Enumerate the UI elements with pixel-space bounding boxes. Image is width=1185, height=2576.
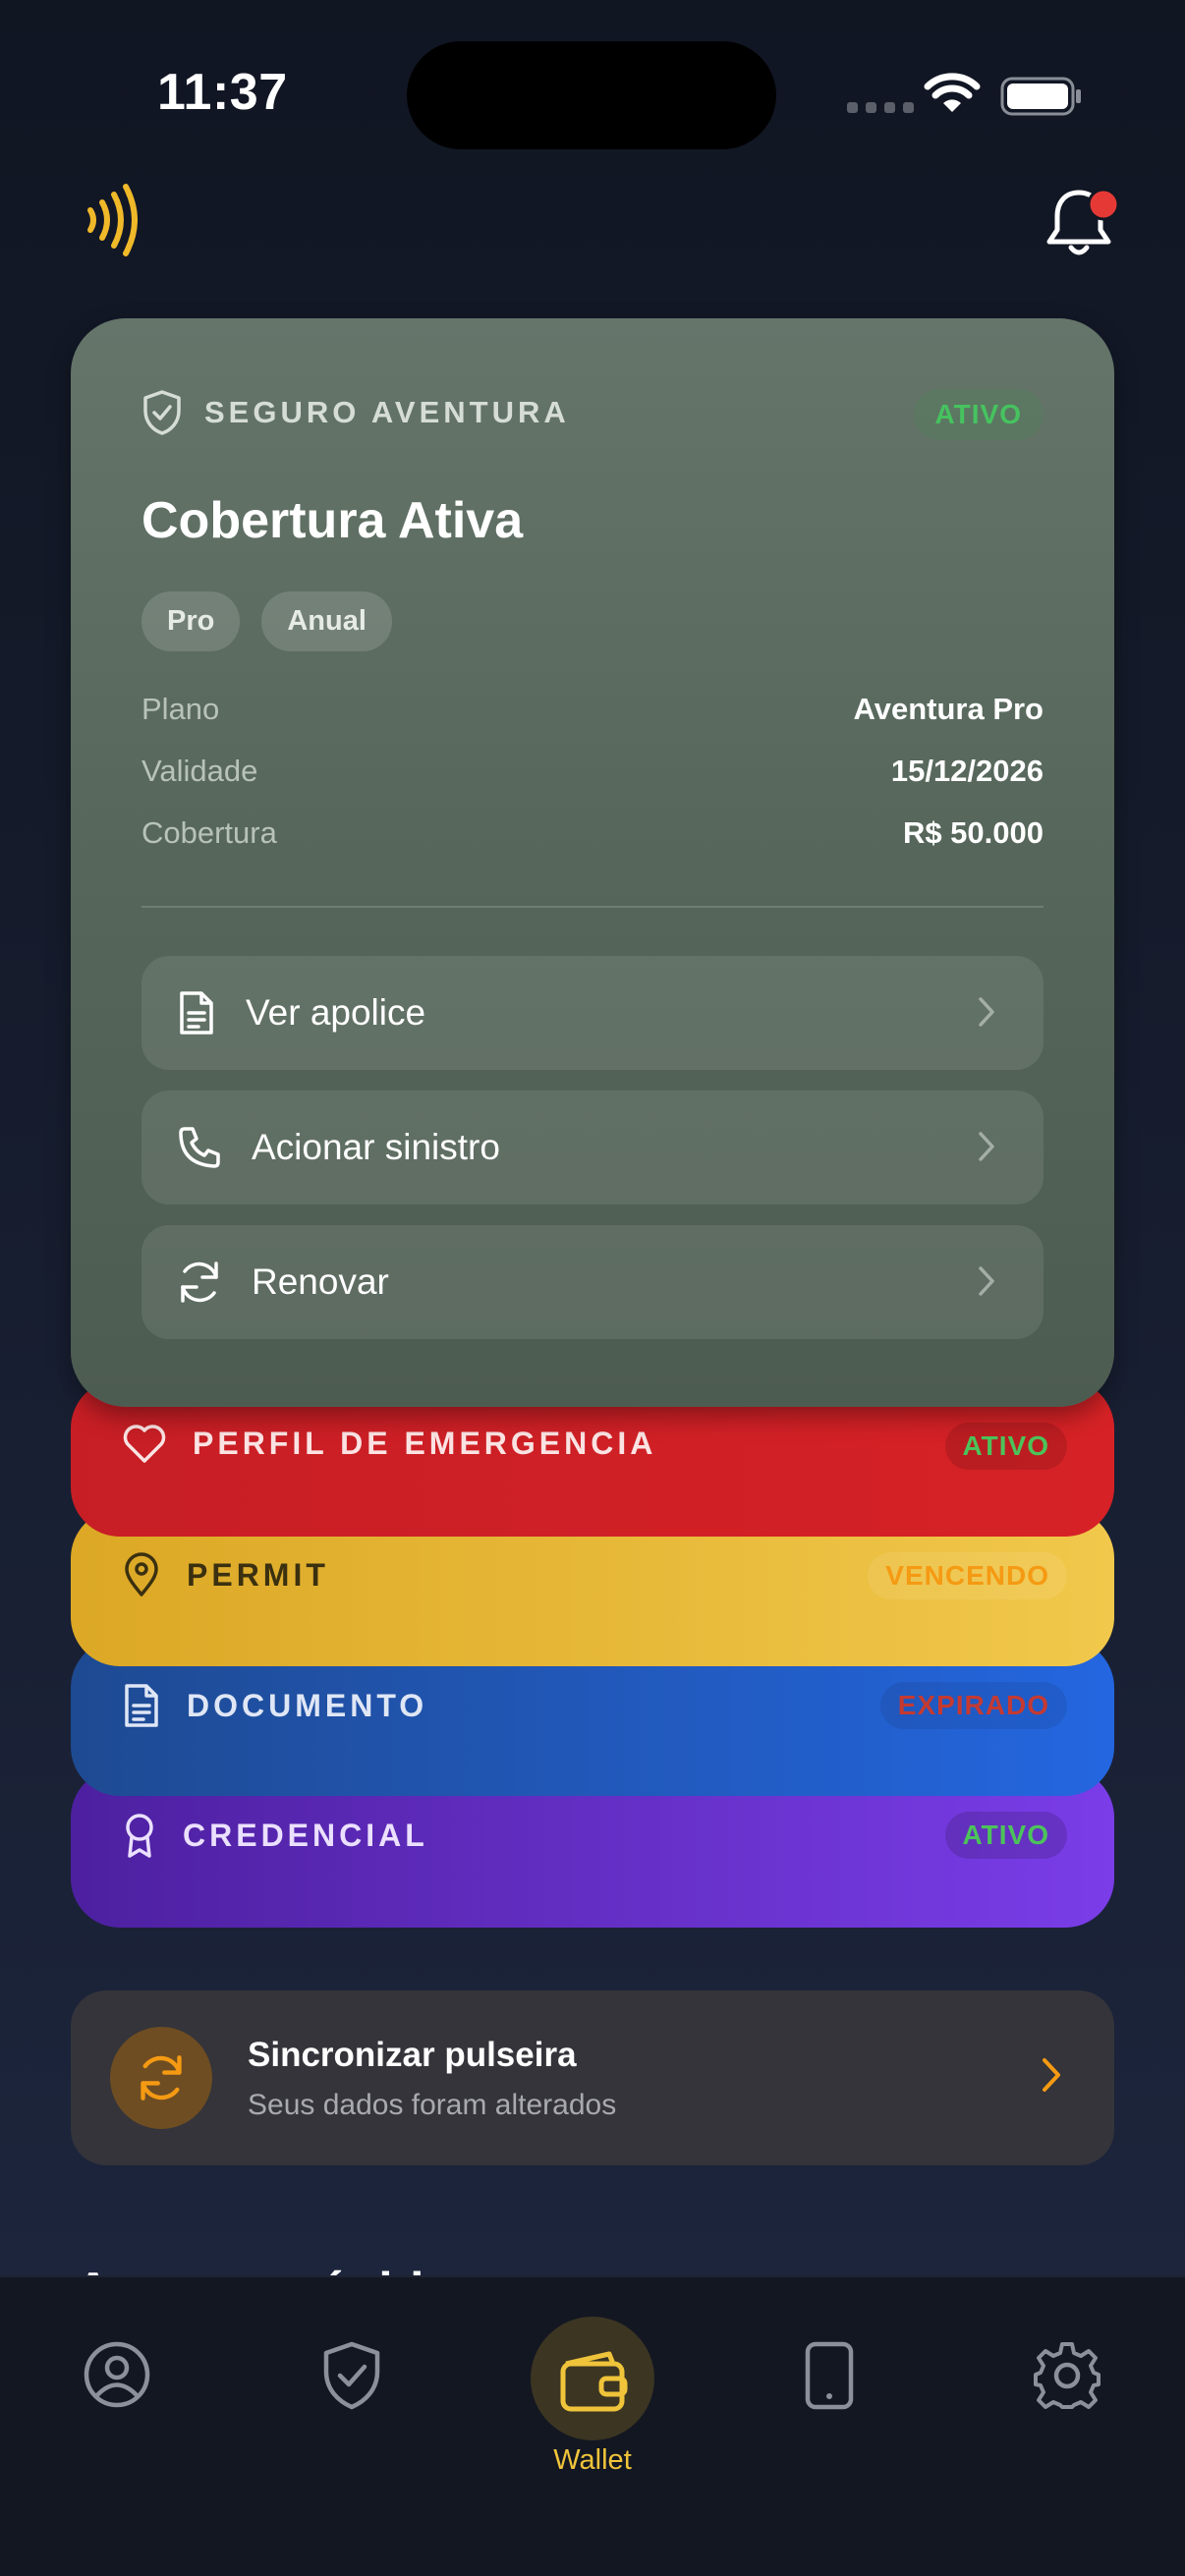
status-badge: ATIVO	[944, 1423, 1067, 1470]
gear-icon[interactable]	[1032, 2340, 1102, 2411]
action-label: Renovar	[252, 1261, 389, 1302]
insurance-card[interactable]: SEGURO AVENTURA ATIVO Cobertura Ativa Pr…	[71, 318, 1114, 1407]
shield-check-icon[interactable]	[320, 2340, 383, 2411]
chevron-right-icon	[1043, 2058, 1060, 2092]
sync-title: Sincronizar pulseira	[248, 2036, 577, 2074]
chevron-right-icon	[979, 1132, 994, 1161]
status-badge: ATIVO	[944, 1812, 1067, 1859]
status-time: 11:37	[157, 64, 288, 121]
battery-icon	[1000, 77, 1081, 116]
nfc-icon[interactable]	[83, 183, 138, 257]
tag-tier: Pro	[141, 591, 241, 651]
award-icon	[126, 1814, 153, 1858]
bottom-nav: Wallet	[0, 2275, 1185, 2576]
action-label: Ver apolice	[246, 992, 426, 1033]
sync-bracelet-row[interactable]: Sincronizar pulseira Seus dados foram al…	[71, 1990, 1114, 2165]
view-policy-button[interactable]: Ver apolice	[141, 956, 1044, 1070]
status-badge: VENCENDO	[868, 1552, 1067, 1599]
renew-button[interactable]: Renovar	[141, 1225, 1044, 1339]
wallet-tab-label: Wallet	[553, 2444, 632, 2476]
plan-tags: Pro Anual	[141, 591, 392, 651]
detail-key: Validade	[141, 754, 258, 788]
chevron-right-icon	[979, 997, 994, 1027]
location-pin-icon	[125, 1552, 158, 1596]
file-claim-button[interactable]: Acionar sinistro	[141, 1091, 1044, 1204]
card-label: PERFIL DE EMERGENCIA	[193, 1425, 657, 1461]
notification-bell-icon[interactable]	[1044, 183, 1124, 261]
wifi-icon	[924, 73, 981, 112]
document-icon	[180, 991, 213, 1035]
sync-icon-circle	[110, 2027, 212, 2129]
insurance-card-label: SEGURO AVENTURA	[204, 395, 570, 429]
detail-value: 15/12/2026	[890, 754, 1044, 788]
shield-check-icon	[143, 390, 181, 435]
divider	[141, 906, 1044, 908]
status-badge: ATIVO	[913, 389, 1044, 440]
refresh-icon	[141, 2055, 182, 2100]
detail-row-plan: Plano Aventura Pro	[141, 682, 1044, 737]
card-label: DOCUMENTO	[187, 1687, 428, 1723]
detail-row-validity: Validade 15/12/2026	[141, 744, 1044, 799]
card-label: CREDENCIAL	[183, 1817, 428, 1853]
refresh-icon	[181, 1261, 218, 1303]
phone-device-icon[interactable]	[804, 2340, 855, 2411]
signal-icon	[847, 102, 914, 113]
action-label: Acionar sinistro	[252, 1127, 500, 1167]
detail-row-coverage: Cobertura R$ 50.000	[141, 806, 1044, 861]
document-icon	[125, 1684, 158, 1727]
profile-icon[interactable]	[83, 2340, 151, 2409]
detail-value: Aventura Pro	[853, 692, 1044, 726]
detail-key: Cobertura	[141, 815, 277, 850]
detail-key: Plano	[141, 692, 220, 726]
heart-icon	[123, 1425, 166, 1463]
wallet-icon[interactable]	[558, 2348, 629, 2415]
sync-subtitle: Seus dados foram alterados	[248, 2089, 617, 2121]
chevron-right-icon	[979, 1266, 994, 1296]
insurance-card-title: Cobertura Ativa	[141, 492, 524, 549]
phone-icon	[179, 1127, 220, 1168]
dynamic-island	[407, 41, 776, 149]
tag-period: Anual	[261, 591, 392, 651]
section-title-peek: Acessos rápidos	[75, 2256, 483, 2275]
card-label: PERMIT	[187, 1556, 329, 1593]
status-badge: EXPIRADO	[879, 1682, 1067, 1729]
detail-value: R$ 50.000	[902, 815, 1044, 850]
